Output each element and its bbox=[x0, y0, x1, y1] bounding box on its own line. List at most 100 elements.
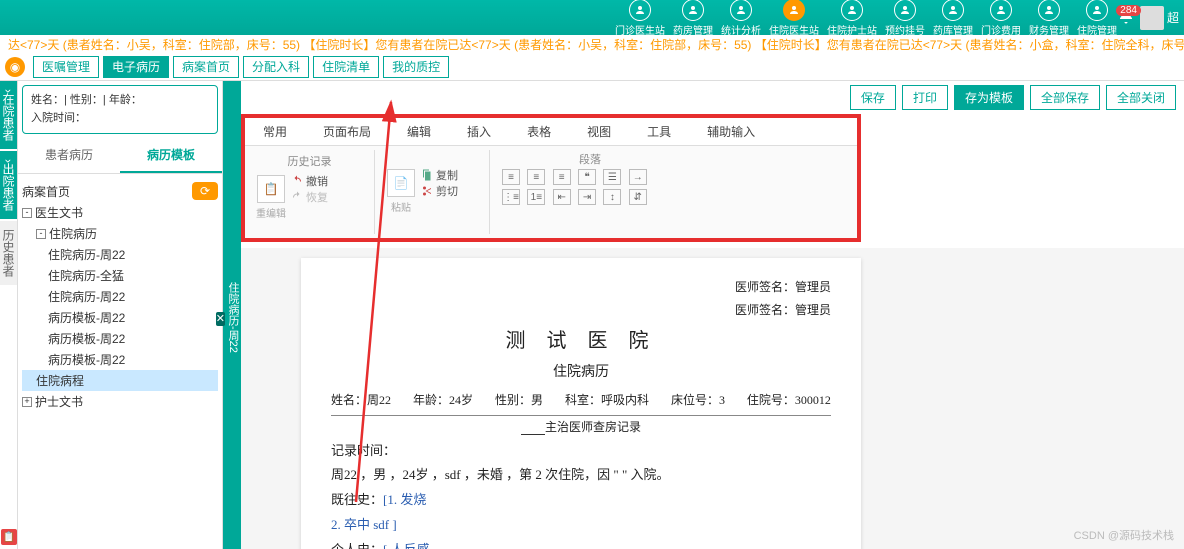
stats-icon[interactable]: 统计分析 bbox=[721, 0, 761, 37]
signature-line: 医师签名：管理员 bbox=[331, 276, 831, 299]
signature-line: 医师签名：管理员 bbox=[331, 299, 831, 322]
rail-in-hospital[interactable]: › 在院患者 bbox=[0, 81, 17, 149]
patient-info: 姓名：| 性别：| 年龄： 入院时间： bbox=[22, 85, 218, 134]
ribbon-group-history: 历史记录 📋 重编辑 撤销 恢复 bbox=[245, 150, 375, 234]
left-tabs: 患者病历 病历模板 bbox=[18, 138, 222, 174]
outdent-icon[interactable]: ⇤ bbox=[553, 189, 571, 205]
rail-history[interactable]: 历史患者 bbox=[0, 221, 17, 285]
doc-meta-row: 姓名：周22年龄：24岁性别：男科室：呼吸内科床位号：3住院号：300012 bbox=[331, 386, 831, 416]
tree-item[interactable]: 住院病历-全猛 bbox=[22, 265, 218, 286]
undo-icon[interactable]: 📋 bbox=[257, 175, 285, 203]
editor-area: 保存 打印 存为模板 全部保存 全部关闭 常用页面布局编辑插入表格视图工具辅助输… bbox=[241, 81, 1184, 549]
close-all-button[interactable]: 全部关闭 bbox=[1106, 85, 1176, 110]
doc-record-time: 记录时间： bbox=[331, 439, 831, 464]
list-icon[interactable]: ☰ bbox=[603, 169, 621, 185]
redo-button[interactable]: 恢复 bbox=[291, 189, 328, 205]
outpatient-doctor-icon[interactable]: 门诊医生站 bbox=[615, 0, 665, 37]
notification-bell[interactable]: 284 bbox=[1117, 7, 1135, 28]
number-list-icon[interactable]: 1≡ bbox=[527, 189, 545, 205]
doc-past: 既往史：[1. 发烧 bbox=[331, 488, 831, 513]
top-header: 门诊医生站药房管理统计分析住院医生站住院护士站预约挂号药库管理门诊费用财务管理住… bbox=[0, 0, 1184, 35]
notification-badge: 284 bbox=[1116, 5, 1141, 16]
username: 超 bbox=[1167, 9, 1179, 26]
ribbon-tab-4[interactable]: 表格 bbox=[509, 118, 569, 145]
quote-icon[interactable]: ❝ bbox=[578, 169, 596, 185]
indent-icon[interactable]: → bbox=[629, 169, 647, 185]
tree-item[interactable]: 病历模板-周22 bbox=[22, 328, 218, 349]
save-template-button[interactable]: 存为模板 bbox=[954, 85, 1024, 110]
tree-item[interactable]: -医生文书 bbox=[22, 202, 218, 223]
avatar[interactable] bbox=[1140, 6, 1164, 30]
spacing-icon[interactable]: ↕ bbox=[603, 189, 621, 205]
spacing2-icon[interactable]: ⇵ bbox=[629, 189, 647, 205]
paste-icon[interactable]: 📄 bbox=[387, 169, 415, 197]
tree-item[interactable]: 病历模板-周22 bbox=[22, 307, 218, 328]
inpatient-doctor-icon[interactable]: 住院医生站 bbox=[769, 0, 819, 37]
appointment-icon[interactable]: 预约挂号 bbox=[885, 0, 925, 37]
bullet-list-icon[interactable]: ⋮≡ bbox=[502, 189, 520, 205]
ribbon-tab-3[interactable]: 插入 bbox=[449, 118, 509, 145]
ribbon-group-clipboard: 板 📄 粘贴 复制 剪切 bbox=[375, 150, 490, 234]
tree-item[interactable]: -住院病历 bbox=[22, 223, 218, 244]
document-page: 医师签名：管理员 医师签名：管理员 测 试 医 院 住院病历 姓名：周22年龄：… bbox=[301, 258, 861, 549]
align-right-icon[interactable]: ≡ bbox=[553, 169, 571, 185]
module-tab-3[interactable]: 分配入科 bbox=[243, 56, 309, 78]
align-left-icon[interactable]: ≡ bbox=[502, 169, 520, 185]
drug-stock-icon[interactable]: 药库管理 bbox=[933, 0, 973, 37]
document-tab-rail[interactable]: 住院病历-周22 ✕ bbox=[223, 81, 241, 549]
module-tab-2[interactable]: 病案首页 bbox=[173, 56, 239, 78]
module-tab-bar: ◉ 医嘱管理电子病历病案首页分配入科住院清单我的质控 bbox=[0, 53, 1184, 81]
top-icons: 门诊医生站药房管理统计分析住院医生站住院护士站预约挂号药库管理门诊费用财务管理住… bbox=[615, 0, 1117, 37]
save-button[interactable]: 保存 bbox=[850, 85, 896, 110]
inpatient-nurse-icon[interactable]: 住院护士站 bbox=[827, 0, 877, 37]
doc-personal: 个人史：[ 人反感 bbox=[331, 538, 831, 549]
home-icon[interactable]: ◉ bbox=[5, 57, 25, 77]
outpatient-fee-icon[interactable]: 门诊费用 bbox=[981, 0, 1021, 37]
ribbon-tab-5[interactable]: 视图 bbox=[569, 118, 629, 145]
ribbon-tab-0[interactable]: 常用 bbox=[245, 118, 305, 145]
ribbon-group-paragraph: 段落 ≡ ≡ ≡ ❝ ☰ → ⋮≡ 1≡ ⇤ bbox=[490, 150, 690, 234]
document-tree: 病案首页⟳-医生文书-住院病历住院病历-周22住院病历-全猛住院病历-周22病历… bbox=[18, 174, 222, 418]
tab-patient-record[interactable]: 患者病历 bbox=[18, 138, 120, 173]
ribbon-tab-1[interactable]: 页面布局 bbox=[305, 118, 389, 145]
module-tab-4[interactable]: 住院清单 bbox=[313, 56, 379, 78]
module-tab-5[interactable]: 我的质控 bbox=[383, 56, 449, 78]
rail-alert-icon[interactable]: 📋 bbox=[1, 529, 17, 545]
tree-item[interactable]: 病案首页⟳ bbox=[22, 180, 218, 202]
doc-subtitle: 住院病历 bbox=[331, 360, 831, 387]
doc-hospital-title: 测 试 医 院 bbox=[331, 322, 831, 360]
tree-item[interactable]: 病历模板-周22 bbox=[22, 349, 218, 370]
tab-record-template[interactable]: 病历模板 bbox=[120, 138, 222, 173]
inpatient-mgmt-icon[interactable]: 住院管理 bbox=[1077, 0, 1117, 37]
ribbon-tabs: 常用页面布局编辑插入表格视图工具辅助输入 bbox=[245, 118, 857, 146]
document-viewport[interactable]: 医师签名：管理员 医师签名：管理员 测 试 医 院 住院病历 姓名：周22年龄：… bbox=[241, 248, 1184, 549]
copy-button[interactable]: 复制 bbox=[421, 167, 458, 183]
marquee-bar: 达<77>天 (患者姓名：小吴，科室：住院部，床号：55) 【住院时长】您有患者… bbox=[0, 35, 1184, 53]
ribbon-highlighted: 常用页面布局编辑插入表格视图工具辅助输入 历史记录 📋 重编辑 撤销 恢复 bbox=[241, 114, 861, 242]
module-tab-0[interactable]: 医嘱管理 bbox=[33, 56, 99, 78]
module-tab-1[interactable]: 电子病历 bbox=[103, 56, 169, 78]
doc-line1: 周22 ，男 ，24岁 ，sdf ，未婚 ，第 2 次住院，因 " " 入院。 bbox=[331, 463, 831, 488]
tree-item[interactable]: 住院病程 bbox=[22, 370, 218, 391]
tree-item[interactable]: 住院病历-周22 bbox=[22, 244, 218, 265]
side-rail: › 在院患者 › 出院患者 历史患者 📋 bbox=[0, 81, 18, 549]
cut-button[interactable]: 剪切 bbox=[421, 183, 458, 199]
doc-round-title: 主治医师查房记录 bbox=[331, 416, 831, 439]
indent2-icon[interactable]: ⇥ bbox=[578, 189, 596, 205]
doc-past2: 2. 卒中 sdf ] bbox=[331, 513, 831, 538]
tree-item[interactable]: 住院病历-周22 bbox=[22, 286, 218, 307]
undo-button[interactable]: 撤销 bbox=[291, 173, 328, 189]
pharmacy-icon[interactable]: 药房管理 bbox=[673, 0, 713, 37]
tree-item[interactable]: +护士文书 bbox=[22, 391, 218, 412]
close-icon[interactable]: ✕ bbox=[216, 312, 225, 326]
refresh-icon[interactable]: ⟳ bbox=[192, 182, 218, 200]
finance-icon[interactable]: 财务管理 bbox=[1029, 0, 1069, 37]
print-button[interactable]: 打印 bbox=[902, 85, 948, 110]
align-center-icon[interactable]: ≡ bbox=[527, 169, 545, 185]
rail-discharged[interactable]: › 出院患者 bbox=[0, 151, 17, 219]
ribbon-tab-2[interactable]: 编辑 bbox=[389, 118, 449, 145]
ribbon-tab-6[interactable]: 工具 bbox=[629, 118, 689, 145]
ribbon-tab-7[interactable]: 辅助输入 bbox=[689, 118, 773, 145]
save-all-button[interactable]: 全部保存 bbox=[1030, 85, 1100, 110]
watermark: CSDN @源码技术栈 bbox=[1074, 527, 1174, 543]
